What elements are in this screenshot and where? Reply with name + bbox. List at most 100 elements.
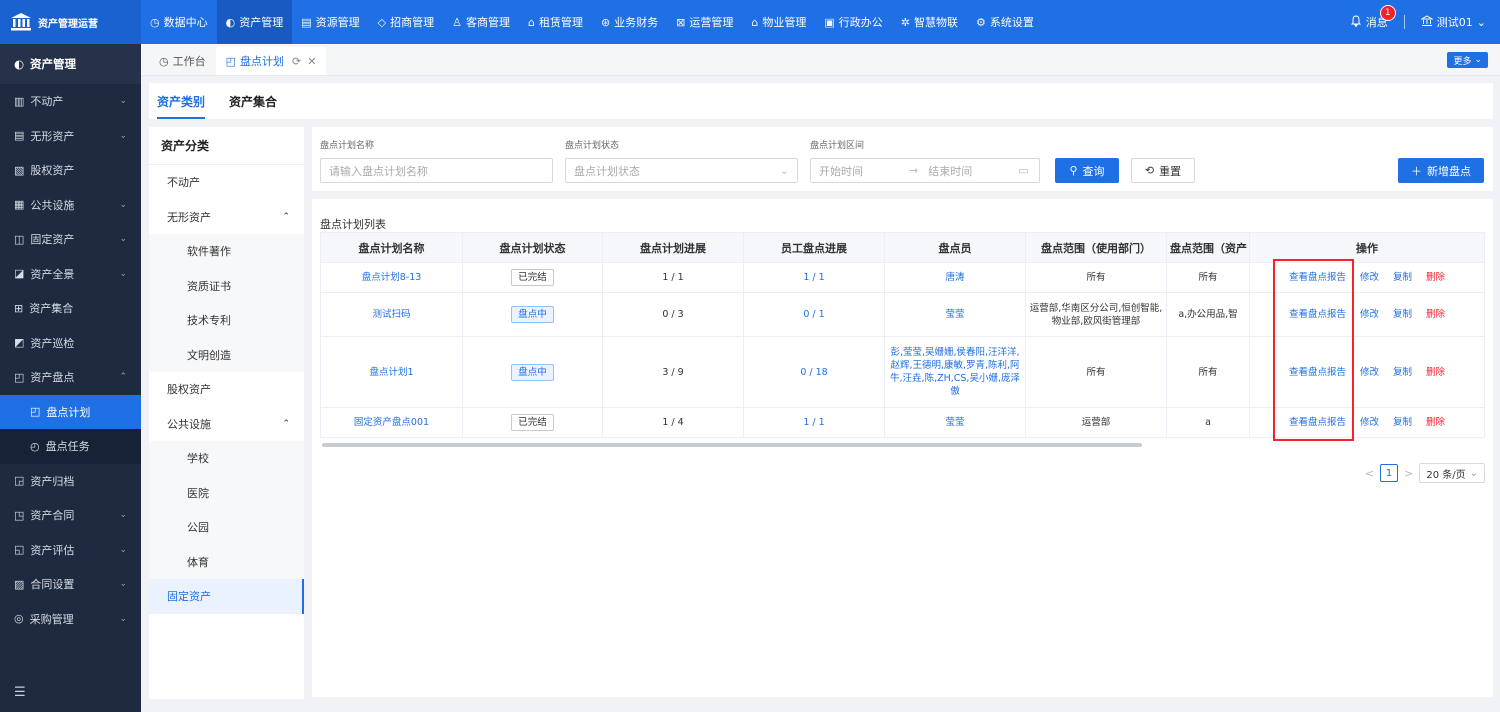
topnav-item-10[interactable]: ✲ 智慧物联: [892, 0, 967, 44]
more-tabs-button[interactable]: 更多 ⌄: [1447, 52, 1488, 68]
category-label: 学校: [187, 452, 209, 466]
category-item[interactable]: 固定资产: [149, 579, 304, 614]
refresh-icon[interactable]: ⟳: [292, 55, 301, 68]
category-item[interactable]: 体育: [149, 544, 304, 579]
edit-button[interactable]: 修改: [1360, 308, 1379, 321]
copy-button[interactable]: 复制: [1393, 366, 1412, 379]
edit-button[interactable]: 修改: [1360, 416, 1379, 429]
sidebar-subitem[interactable]: ◴ 盘点任务: [0, 429, 141, 464]
sidebar-item[interactable]: ▤ 无形资产 ⌄: [0, 119, 141, 154]
delete-button[interactable]: 删除: [1426, 366, 1445, 379]
sidebar-item[interactable]: ◱ 资产评估 ⌄: [0, 533, 141, 568]
staff-progress-link[interactable]: 0 / 1: [803, 309, 824, 320]
table-title: 盘点计划列表: [320, 218, 386, 231]
sidebar-item[interactable]: ▧ 股权资产: [0, 153, 141, 188]
staff-progress-link[interactable]: 1 / 1: [803, 417, 824, 428]
category-item[interactable]: 医院: [149, 475, 304, 510]
sidebar-subitem[interactable]: ◰ 盘点计划: [0, 394, 141, 429]
view-report-button[interactable]: 查看盘点报告: [1289, 416, 1346, 429]
checker-link[interactable]: 莹莹: [945, 417, 964, 428]
staff-progress-link[interactable]: 1 / 1: [803, 272, 824, 283]
add-inventory-button[interactable]: ＋ 新增盘点: [1398, 158, 1484, 183]
close-icon[interactable]: ✕: [307, 55, 316, 68]
collapse-menu-icon[interactable]: ☰: [14, 685, 26, 700]
page-tab-strip: ◷ 工作台 ◰ 盘点计划 ⟳ ✕ 更多 ⌄: [141, 44, 1500, 76]
next-page-button[interactable]: >: [1404, 467, 1413, 480]
sidebar-item[interactable]: ▥ 不动产 ⌄: [0, 84, 141, 119]
category-item[interactable]: 股权资产: [149, 372, 304, 407]
prev-page-button[interactable]: <: [1365, 467, 1374, 480]
category-item[interactable]: 公共设施 ⌃: [149, 407, 304, 442]
user-menu[interactable]: 测试01 ⌄: [1419, 14, 1486, 30]
category-item[interactable]: 无形资产 ⌃: [149, 200, 304, 235]
category-item[interactable]: 资质证书: [149, 268, 304, 303]
topnav-item-2[interactable]: ▤ 资源管理: [292, 0, 368, 44]
checker-link[interactable]: 唐涛: [945, 272, 964, 283]
copy-button[interactable]: 复制: [1393, 416, 1412, 429]
subtab-asset-collection[interactable]: 资产集合: [229, 83, 277, 119]
delete-button[interactable]: 删除: [1426, 308, 1445, 321]
reset-button[interactable]: ⟲ 重置: [1131, 158, 1195, 183]
delete-button[interactable]: 删除: [1426, 271, 1445, 284]
category-item[interactable]: 软件著作: [149, 234, 304, 269]
topnav-item-7[interactable]: ⊠ 运营管理: [667, 0, 742, 44]
topnav-item-3[interactable]: ◇ 招商管理: [369, 0, 443, 44]
sidebar-item[interactable]: ▨ 合同设置 ⌄: [0, 567, 141, 602]
topnav-item-5[interactable]: ⌂ 租赁管理: [519, 0, 592, 44]
plan-status-select[interactable]: 盘点计划状态 ⌄: [565, 158, 798, 183]
checker-link[interactable]: 莹莹: [945, 309, 964, 320]
view-report-button[interactable]: 查看盘点报告: [1289, 271, 1346, 284]
category-item[interactable]: 文明创造: [149, 337, 304, 372]
plan-name-link[interactable]: 测试扫码: [372, 309, 410, 320]
page-size-label: 20 条/页: [1426, 469, 1466, 481]
edit-button[interactable]: 修改: [1360, 271, 1379, 284]
horizontal-scrollbar[interactable]: [322, 443, 1142, 447]
sidebar-item[interactable]: ◳ 资产合同 ⌄: [0, 498, 141, 533]
copy-button[interactable]: 复制: [1393, 271, 1412, 284]
category-item[interactable]: 公园: [149, 510, 304, 545]
plan-range-picker[interactable]: 开始时间 → 结束时间 ▭: [810, 158, 1040, 183]
plan-name-link[interactable]: 固定资产盘点001: [354, 417, 429, 428]
edit-button[interactable]: 修改: [1360, 366, 1379, 379]
sidebar-item[interactable]: ◰ 资产盘点 ⌃: [0, 360, 141, 395]
subtab-asset-category[interactable]: 资产类别: [157, 83, 206, 119]
category-item[interactable]: 技术专利: [149, 303, 304, 338]
plan-name-link[interactable]: 盘点计划8-13: [362, 272, 422, 283]
topnav-item-6[interactable]: ⊛ 业务财务: [592, 0, 667, 44]
staff-progress-link[interactable]: 0 / 18: [800, 367, 827, 378]
category-item[interactable]: 不动产: [149, 165, 304, 200]
page-number-button[interactable]: 1: [1380, 464, 1399, 482]
category-item[interactable]: 学校: [149, 441, 304, 476]
sidebar-item[interactable]: ▦ 公共设施 ⌄: [0, 188, 141, 223]
topnav-item-4[interactable]: ♙ 客商管理: [443, 0, 519, 44]
topnav-item-8[interactable]: ⌂ 物业管理: [742, 0, 815, 44]
plan-progress-cell: 1 / 1: [602, 262, 744, 293]
delete-button[interactable]: 删除: [1426, 416, 1445, 429]
topnav-item-11[interactable]: ⚙ 系统设置: [967, 0, 1043, 44]
view-report-button[interactable]: 查看盘点报告: [1289, 366, 1346, 379]
checker-link[interactable]: 彭,莹莹,吴姗姗,侯春阳,汪洋洋,赵辉,王德明,康敏,罗青,陈利,阿牛,汪垚,陈…: [890, 347, 1020, 397]
sidebar-item[interactable]: ◫ 固定资产 ⌄: [0, 222, 141, 257]
category-label: 技术专利: [187, 314, 231, 328]
topnav-item-0[interactable]: ◷ 数据中心: [141, 0, 217, 44]
messages-button[interactable]: 消息 1: [1350, 5, 1396, 30]
nav-icon: ◐: [225, 15, 236, 29]
brand[interactable]: 资产管理运营: [0, 0, 141, 44]
sidebar-item[interactable]: ◎ 采购管理 ⌄: [0, 602, 141, 637]
sidebar-item[interactable]: ◲ 资产归档: [0, 464, 141, 499]
sidebar-item[interactable]: ◪ 资产全景 ⌄: [0, 257, 141, 292]
search-button[interactable]: ⚲ 查询: [1055, 158, 1119, 183]
page-size-select[interactable]: 20 条/页 ⌄: [1419, 463, 1485, 483]
tab-inventory-plan[interactable]: ◰ 盘点计划 ⟳ ✕: [215, 47, 327, 75]
operations-cell: 查看盘点报告 修改 复制 删除: [1249, 407, 1485, 438]
sidebar-item[interactable]: ⊞ 资产集合: [0, 291, 141, 326]
tab-workbench[interactable]: ◷ 工作台: [149, 47, 216, 75]
plan-name-input[interactable]: 请输入盘点计划名称: [320, 158, 553, 183]
sidebar-item[interactable]: ◩ 资产巡检: [0, 326, 141, 361]
copy-button[interactable]: 复制: [1393, 308, 1412, 321]
plan-name-placeholder: 请输入盘点计划名称: [329, 164, 428, 178]
topnav-item-1[interactable]: ◐ 资产管理: [216, 0, 293, 44]
topnav-item-9[interactable]: ▣ 行政办公: [815, 0, 891, 44]
view-report-button[interactable]: 查看盘点报告: [1289, 308, 1346, 321]
plan-name-link[interactable]: 盘点计划1: [369, 367, 413, 378]
